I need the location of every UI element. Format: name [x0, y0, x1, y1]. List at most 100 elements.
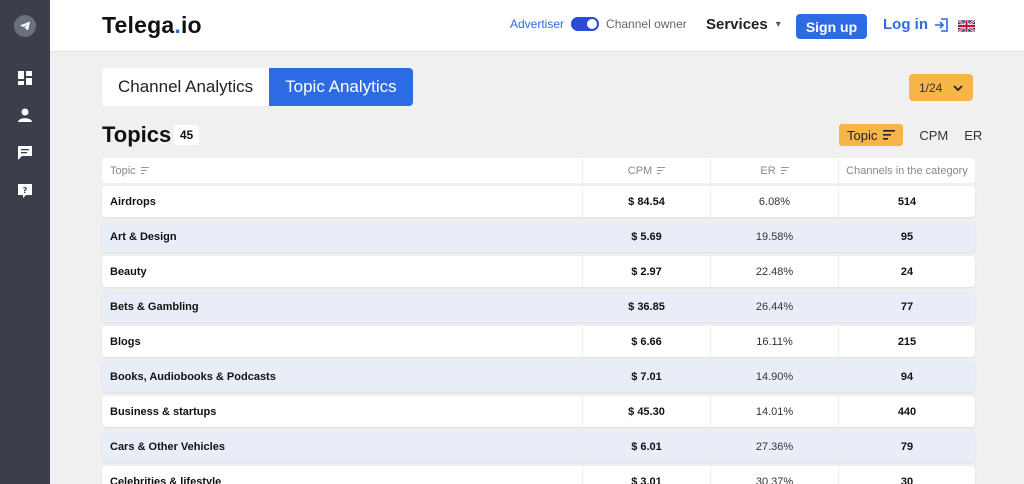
table-row[interactable]: Bets & Gambling $ 36.85 26.44% 77: [102, 291, 975, 322]
chat-icon: [18, 146, 32, 160]
top-header: Telega.io Advertiser Channel owner Servi…: [50, 0, 1024, 52]
sidebar-item-messages[interactable]: [0, 145, 50, 161]
sidebar-item-profile[interactable]: [0, 107, 50, 123]
cell-cpm: $ 6.66: [582, 326, 710, 357]
tab-topic-analytics[interactable]: Topic Analytics: [269, 68, 413, 106]
cell-channels: 514: [838, 186, 975, 217]
switch-knob: [587, 19, 598, 29]
toggle-label-advertiser[interactable]: Advertiser: [510, 17, 564, 31]
toggle-label-channel-owner[interactable]: Channel owner: [606, 17, 687, 31]
sort-controls: Topic CPM ER: [839, 124, 982, 146]
role-toggle: Advertiser Channel owner: [510, 17, 687, 31]
sort-er-button[interactable]: ER: [964, 128, 982, 143]
cell-cpm: $ 84.54: [582, 186, 710, 217]
cell-cpm: $ 7.01: [582, 361, 710, 392]
cell-topic: Business & startups: [110, 405, 217, 418]
chevron-down-icon: ▾: [775, 19, 781, 30]
cell-channels: 94: [838, 361, 975, 392]
cell-topic: Art & Design: [110, 230, 177, 243]
cell-er: 16.11%: [710, 326, 838, 357]
sort-icon: [657, 167, 666, 174]
cell-channels: 79: [838, 431, 975, 462]
login-link[interactable]: Log in: [883, 16, 948, 33]
cell-cpm: $ 45.30: [582, 396, 710, 427]
table-row[interactable]: Books, Audiobooks & Podcasts $ 7.01 14.9…: [102, 361, 975, 392]
tab-channel-analytics[interactable]: Channel Analytics: [102, 68, 269, 106]
cell-channels: 24: [838, 256, 975, 287]
cell-channels: 215: [838, 326, 975, 357]
sort-topic-button[interactable]: Topic: [839, 124, 904, 146]
cell-topic: Blogs: [110, 335, 141, 348]
cell-er: 14.90%: [710, 361, 838, 392]
cell-channels: 30: [838, 466, 975, 484]
cell-er: 27.36%: [710, 431, 838, 462]
table-row[interactable]: Cars & Other Vehicles $ 6.01 27.36% 79: [102, 431, 975, 462]
cell-channels: 77: [838, 291, 975, 322]
table-row[interactable]: Celebrities & lifestyle $ 3.01 30.37% 30: [102, 466, 975, 484]
brand-logo[interactable]: Telega.io: [102, 12, 202, 39]
user-icon: [18, 108, 32, 122]
login-icon: [935, 17, 948, 32]
signup-button[interactable]: Sign up: [796, 14, 867, 39]
telegram-icon: [14, 15, 36, 37]
page-title: Topics: [102, 122, 172, 147]
dashboard-icon: [18, 71, 32, 85]
cell-cpm: $ 2.97: [582, 256, 710, 287]
topics-count-badge: 45: [174, 125, 199, 145]
table-row[interactable]: Airdrops $ 84.54 6.08% 514: [102, 186, 975, 217]
cell-topic: Bets & Gambling: [110, 300, 199, 313]
sort-cpm-button[interactable]: CPM: [919, 128, 948, 143]
cell-topic: Celebrities & lifestyle: [110, 475, 222, 484]
login-label: Log in: [883, 16, 928, 33]
analytics-tabs: Channel Analytics Topic Analytics: [102, 68, 413, 106]
cell-cpm: $ 6.01: [582, 431, 710, 462]
cell-channels: 95: [838, 221, 975, 252]
cell-topic: Beauty: [110, 265, 147, 278]
page-indicator: 1/24: [919, 80, 943, 95]
sidebar: ?: [0, 0, 50, 484]
sort-icon: [140, 167, 149, 174]
cell-cpm: $ 5.69: [582, 221, 710, 252]
table-row[interactable]: Beauty $ 2.97 22.48% 24: [102, 256, 975, 287]
cell-er: 22.48%: [710, 256, 838, 287]
sidebar-item-help[interactable]: ?: [0, 183, 50, 199]
brand-name: Telega: [102, 12, 175, 38]
cell-topic: Cars & Other Vehicles: [110, 440, 225, 453]
role-switch[interactable]: [571, 17, 600, 31]
column-label: CPM: [627, 164, 653, 177]
column-header-er[interactable]: ER: [710, 158, 838, 183]
table-row[interactable]: Art & Design $ 5.69 19.58% 95: [102, 221, 975, 252]
sort-icon: [780, 167, 789, 174]
brand-tld: io: [180, 12, 202, 38]
cell-cpm: $ 3.01: [582, 466, 710, 484]
column-header-cpm[interactable]: CPM: [582, 158, 710, 183]
cell-er: 26.44%: [710, 291, 838, 322]
services-label: Services: [706, 16, 768, 33]
column-header-channels: Channels in the category: [838, 158, 975, 183]
column-label: Topic: [110, 164, 136, 177]
help-icon: ?: [18, 184, 32, 198]
table-header: Topic CPM ER Channels in the category: [102, 158, 975, 183]
sidebar-item-dashboard[interactable]: [0, 70, 50, 86]
cell-er: 14.01%: [710, 396, 838, 427]
uk-flag-icon[interactable]: [958, 20, 975, 32]
services-menu[interactable]: Services ▾: [706, 16, 781, 33]
table-row[interactable]: Blogs $ 6.66 16.11% 215: [102, 326, 975, 357]
chevron-down-icon: [953, 84, 963, 91]
table-row[interactable]: Business & startups $ 45.30 14.01% 440: [102, 396, 975, 427]
page-selector[interactable]: 1/24: [909, 74, 973, 101]
cell-er: 30.37%: [710, 466, 838, 484]
svg-text:?: ?: [23, 186, 28, 195]
cell-channels: 440: [838, 396, 975, 427]
cell-cpm: $ 36.85: [582, 291, 710, 322]
sort-icon: [883, 130, 896, 140]
cell-er: 6.08%: [710, 186, 838, 217]
column-header-topic[interactable]: Topic: [110, 158, 149, 183]
cell-er: 19.58%: [710, 221, 838, 252]
cell-topic: Books, Audiobooks & Podcasts: [110, 370, 276, 383]
sort-topic-label: Topic: [847, 127, 878, 143]
column-label: ER: [760, 164, 776, 177]
brand-dot: .: [174, 12, 181, 38]
telegram-logo-button[interactable]: [0, 14, 50, 38]
cell-topic: Airdrops: [110, 195, 156, 208]
